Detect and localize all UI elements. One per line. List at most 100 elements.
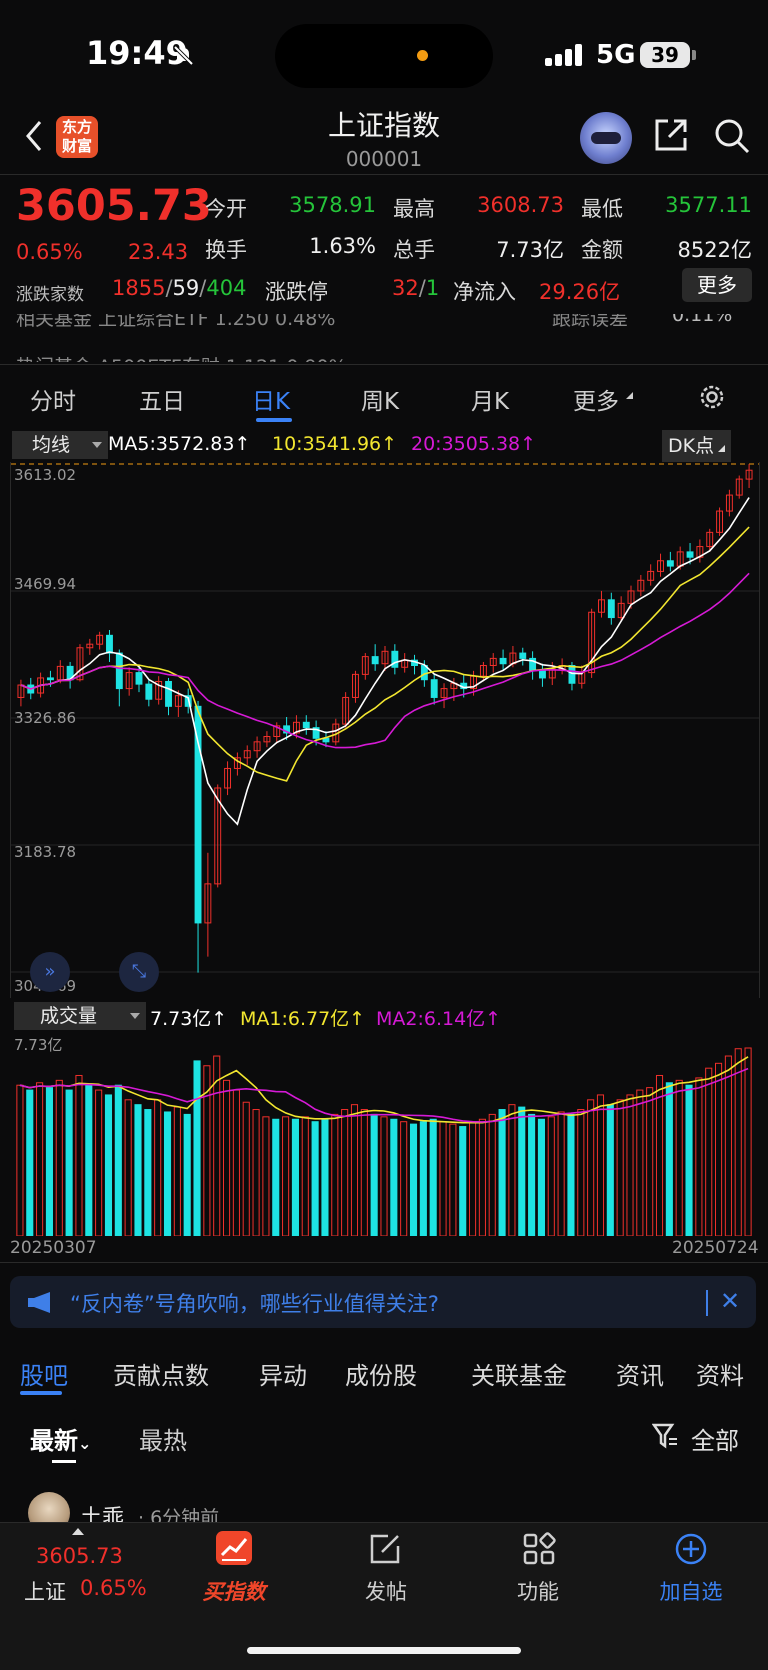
volume-bar	[744, 1047, 752, 1237]
candle-body	[499, 657, 507, 665]
candle-body	[145, 683, 153, 700]
nav-index-name[interactable]: 上证	[24, 1576, 66, 1606]
active-tab-indicator	[256, 418, 292, 422]
signal-icon	[545, 44, 582, 66]
high-value: 3608.73	[477, 193, 564, 217]
volume-bar	[695, 1077, 703, 1237]
tab-contribution[interactable]: 贡献点数	[113, 1356, 209, 1391]
volume-bar	[321, 1118, 329, 1237]
tab-more[interactable]: 更多	[573, 382, 619, 416]
high-label: 最高	[393, 197, 435, 221]
volume-selector[interactable]: 成交量	[14, 1002, 146, 1030]
volume-bar	[104, 1094, 113, 1237]
volume-bar	[646, 1087, 654, 1237]
edit-icon[interactable]	[368, 1532, 402, 1566]
volume-chart[interactable]	[10, 1028, 758, 1237]
status-bar: 19:49 5G 39	[0, 0, 768, 110]
volume-bar	[655, 1074, 664, 1237]
volume-svg	[16, 1047, 752, 1237]
nav-buy-index[interactable]: 买指数	[184, 1576, 284, 1606]
volume-bar	[557, 1111, 565, 1237]
fullscreen-icon[interactable]: ⤡	[119, 952, 159, 992]
ticker-row-2: 热门基金 A500ETF东财 1.121 0.90%	[16, 352, 347, 362]
share-icon[interactable]	[652, 116, 690, 154]
volume-bar	[459, 1126, 467, 1237]
volume-bar	[301, 1116, 309, 1237]
more-button[interactable]: 更多	[682, 268, 752, 302]
volume-bar	[626, 1094, 634, 1237]
chart-divider	[0, 1262, 768, 1263]
trend-chart-icon[interactable]	[216, 1531, 252, 1565]
tab-monthly-k[interactable]: 月K	[471, 382, 509, 416]
limit-up-count: 32	[392, 276, 419, 300]
fund-ticker[interactable]: 相关基金 上证综合ETF 1.250 0.48% 跟踪误差 0.11% 热门基金…	[0, 314, 768, 362]
volume-bar	[331, 1113, 339, 1237]
dk-button-label: DK点	[668, 435, 715, 457]
recording-dot	[417, 50, 428, 61]
bottom-tab-indicator	[20, 1391, 62, 1395]
volume-bar	[114, 1084, 122, 1237]
expand-left-icon[interactable]: »	[30, 952, 70, 992]
volume-bar	[469, 1121, 477, 1237]
volume-bar	[577, 1109, 585, 1237]
add-circle-icon[interactable]	[674, 1532, 708, 1566]
filter-all[interactable]: 全部	[691, 1421, 739, 1456]
filter-icon[interactable]	[651, 1422, 678, 1450]
search-icon[interactable]	[712, 116, 752, 156]
sort-latest[interactable]: 最新⌄	[30, 1421, 91, 1456]
volume-selector-label: 成交量	[40, 1005, 98, 1027]
nav-index-pct[interactable]: 0.65%	[80, 1576, 147, 1600]
close-icon[interactable]: ✕	[720, 1287, 740, 1315]
home-indicator[interactable]	[247, 1647, 521, 1654]
price-axis-label-0: 3613.02	[14, 466, 77, 484]
price-axis-label-3: 3183.78	[14, 843, 77, 861]
tab-constituents[interactable]: 成份股	[345, 1356, 417, 1391]
inflow-label: 净流入	[453, 280, 516, 304]
volume-bar	[596, 1094, 605, 1237]
volume-bar	[262, 1116, 270, 1237]
volume-bar	[518, 1106, 526, 1237]
banner-text[interactable]: “反内卷”号角吹响，哪些行业值得关注?	[70, 1288, 439, 1318]
volume-bar	[715, 1062, 723, 1237]
limit-down-count: 1	[425, 276, 440, 300]
tab-related-funds[interactable]: 关联基金	[471, 1356, 567, 1391]
nav-index-price[interactable]: 3605.73	[36, 1544, 123, 1568]
tab-weekly-k[interactable]: 周K	[361, 382, 399, 416]
dk-button[interactable]: DK点	[662, 430, 732, 462]
tab-intraday[interactable]: 分时	[30, 382, 76, 416]
kline-chart[interactable]	[10, 462, 760, 998]
limit-label: 涨跌停	[265, 280, 328, 304]
chevron-down-icon: ⌄	[78, 1434, 92, 1453]
nav-post[interactable]: 发帖	[336, 1576, 436, 1606]
candle-body	[519, 652, 527, 659]
nav-functions[interactable]: 功能	[488, 1576, 588, 1606]
assistant-robot-icon[interactable]	[580, 112, 632, 164]
volume-bar	[55, 1079, 63, 1237]
nav-add-watchlist[interactable]: 加自选	[641, 1576, 741, 1606]
ma10-legend: 10:3541.96↑	[272, 433, 398, 455]
volume-selector-caret-icon	[130, 1013, 140, 1019]
megaphone-icon	[26, 1290, 56, 1314]
volume-bar	[685, 1084, 693, 1237]
candle-body	[165, 680, 172, 707]
volume-bar	[360, 1109, 368, 1237]
tab-news[interactable]: 资讯	[616, 1356, 664, 1391]
volume-bar	[419, 1121, 427, 1237]
tab-five-day[interactable]: 五日	[139, 382, 185, 416]
inflow-value: 29.26亿	[539, 280, 621, 304]
vol-ma2-line	[19, 1067, 749, 1123]
gear-icon[interactable]	[697, 382, 727, 412]
sort-latest-label: 最新	[30, 1427, 78, 1455]
tab-anomaly[interactable]: 异动	[259, 1356, 307, 1391]
tab-guba[interactable]: 股吧	[20, 1356, 68, 1391]
tab-more-triangle-icon	[626, 392, 633, 399]
volume-bar	[528, 1113, 536, 1237]
sort-indicator	[52, 1460, 76, 1463]
tab-daily-k[interactable]: 日K	[252, 382, 290, 416]
ma-selector-label: 均线	[32, 434, 71, 456]
ma-selector[interactable]: 均线	[12, 431, 108, 459]
tab-profile[interactable]: 资料	[696, 1356, 744, 1391]
down-count: 404	[206, 276, 247, 300]
sort-hot[interactable]: 最热	[139, 1421, 187, 1456]
grid-apps-icon[interactable]	[522, 1532, 556, 1566]
